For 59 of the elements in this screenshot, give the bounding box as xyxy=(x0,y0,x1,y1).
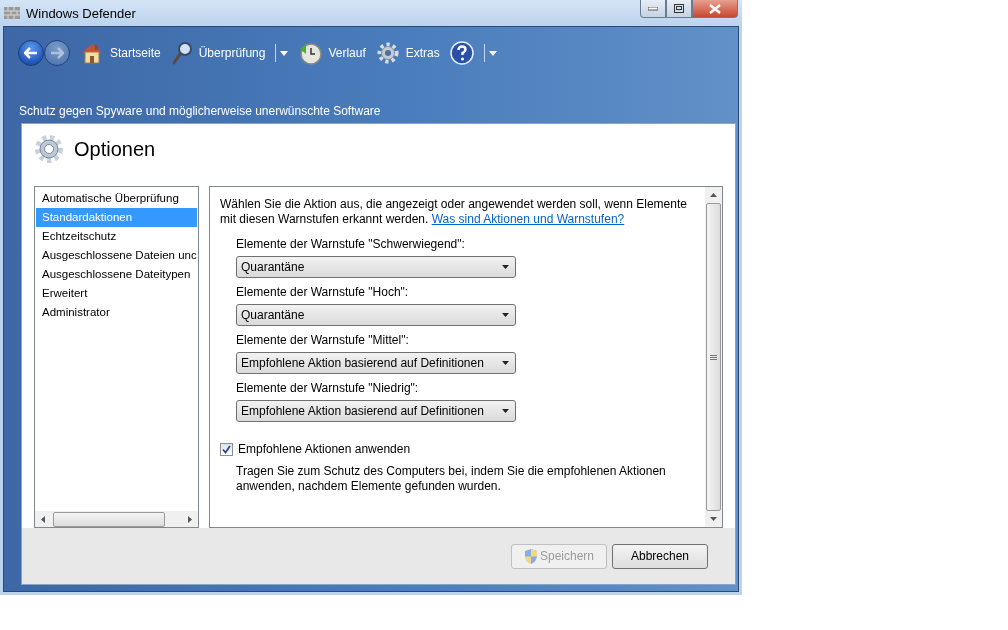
clock-icon xyxy=(298,41,323,65)
maximize-icon xyxy=(674,4,684,13)
sidebar-item[interactable]: Automatische Überprüfung xyxy=(36,189,197,208)
gear-icon xyxy=(34,134,64,164)
horizontal-scrollbar[interactable] xyxy=(35,511,198,527)
arrow-right-icon xyxy=(50,47,64,59)
scroll-left-icon[interactable] xyxy=(41,515,45,523)
grip-icon xyxy=(710,354,717,360)
field-label: Elemente der Warnstufe "Hoch": xyxy=(236,285,410,299)
wall-icon xyxy=(4,7,20,19)
caret-icon xyxy=(502,265,509,269)
help-button[interactable] xyxy=(449,41,474,65)
sidebar-item[interactable]: Ausgeschlossene Dateien unc xyxy=(36,246,197,265)
field-label: Elemente der Warnstufe "Mittel": xyxy=(236,333,410,347)
action-dropdown[interactable]: Quarantäne xyxy=(236,256,516,278)
action-dropdown[interactable]: Empfohlene Aktion basierend auf Definitionen xyxy=(236,400,516,422)
scroll-down-icon[interactable] xyxy=(709,517,717,521)
vertical-scrollbar[interactable] xyxy=(705,187,722,527)
subtitle: Schutz gegen Spyware und möglicherweise unerwünschte Software xyxy=(19,104,382,118)
maximize-button[interactable] xyxy=(666,0,692,18)
back-button[interactable] xyxy=(18,40,44,66)
intro-text: Wählen Sie die Aktion aus, die angezeigt oder angewendet werden soll, wenn Elemente mit diesen Warnstufen erkannt werden. Was sind Aktionen und Warnstufen? xyxy=(220,197,688,227)
dialog-button[interactable]: Abbrechen xyxy=(612,543,708,569)
arrow-left-icon xyxy=(24,47,38,59)
search-icon xyxy=(170,41,193,65)
action-dropdown[interactable]: Empfohlene Aktion basierend auf Definitionen xyxy=(236,352,516,374)
caret-icon xyxy=(502,409,509,413)
page-title: Optionen xyxy=(74,137,156,161)
caret-icon[interactable] xyxy=(488,50,497,56)
toolbar-button[interactable]: Überprüfung xyxy=(170,41,266,65)
caret-icon[interactable] xyxy=(280,50,289,56)
shield-icon xyxy=(523,548,538,564)
sidebar-item[interactable]: Administrator xyxy=(36,303,197,322)
minimize-button[interactable] xyxy=(640,0,666,18)
checkbox[interactable] xyxy=(220,442,233,456)
toolbar-button[interactable]: Verlauf xyxy=(298,41,366,65)
forward-button[interactable] xyxy=(44,40,70,66)
caret-icon xyxy=(502,313,509,317)
sidebar-item[interactable]: Echtzeitschutz xyxy=(36,227,197,246)
scroll-up-icon[interactable] xyxy=(709,193,717,197)
toolbar-button[interactable]: Extras xyxy=(375,41,440,65)
toolbar-button[interactable]: Startseite xyxy=(80,42,161,64)
settings-icon xyxy=(375,41,400,65)
checkbox-label: Empfohlene Aktionen anwenden xyxy=(238,442,411,456)
field-label: Elemente der Warnstufe "Niedrig": xyxy=(236,381,420,395)
action-dropdown[interactable]: Quarantäne xyxy=(236,304,516,326)
field-label: Elemente der Warnstufe "Schwerwiegend": xyxy=(236,237,466,251)
help-icon xyxy=(449,41,474,65)
window-title: Windows Defender xyxy=(26,5,136,21)
scroll-right-icon[interactable] xyxy=(188,515,192,523)
help-link[interactable]: Was sind Aktionen und Warnstufen? xyxy=(431,212,625,226)
caret-icon xyxy=(502,361,509,365)
description-text: Tragen Sie zum Schutz des Computers bei, indem Sie die empfohlenen Aktionen anwenden, nachdem Elemente gefunden wurden. xyxy=(236,464,667,494)
house-icon xyxy=(80,42,104,64)
sidebar-item[interactable]: Ausgeschlossene Dateitypen xyxy=(36,265,197,284)
close-button[interactable] xyxy=(692,0,738,18)
close-icon xyxy=(709,3,721,14)
sidebar-item[interactable]: Erweitert xyxy=(36,284,197,303)
minimize-icon xyxy=(648,6,658,11)
